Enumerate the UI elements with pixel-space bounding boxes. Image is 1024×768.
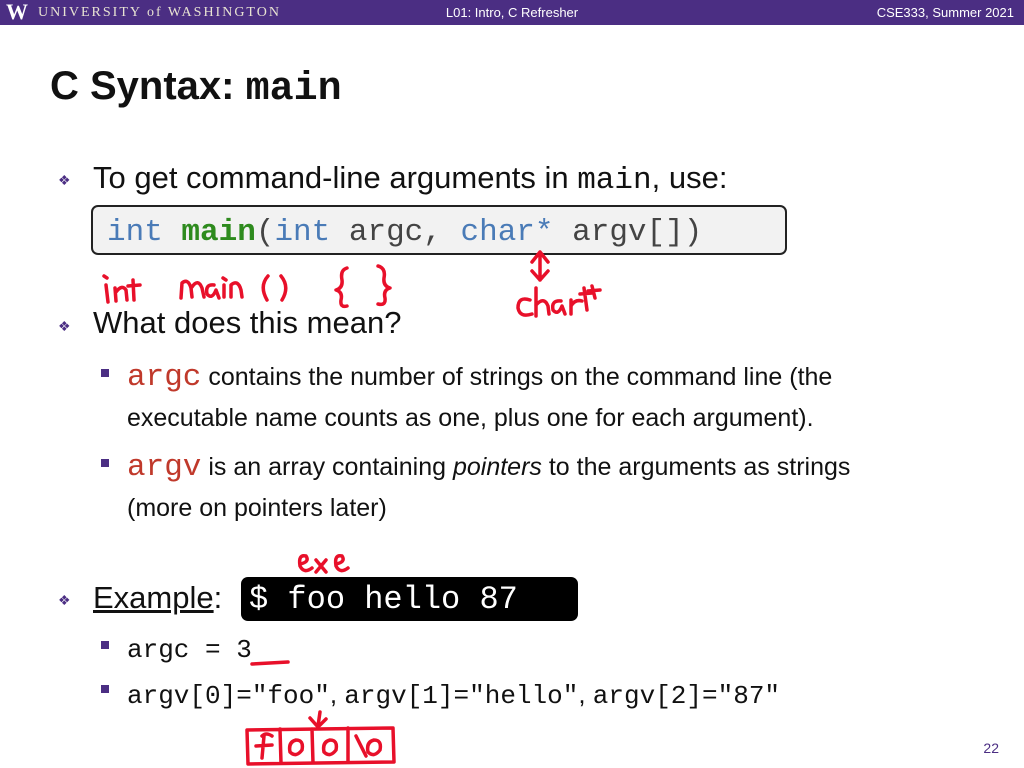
ink-char (516, 284, 602, 318)
ink-main (179, 274, 288, 302)
page-number: 22 (983, 740, 999, 756)
ink-exe (297, 553, 350, 574)
ink-double-arrow (530, 250, 550, 282)
handwritten-annotations (102, 250, 602, 766)
ink-braces (334, 264, 392, 309)
ink-underline (250, 660, 290, 666)
ink-int (102, 274, 142, 304)
ink-arrow-down (308, 710, 328, 729)
ink-array-chars (254, 732, 383, 760)
